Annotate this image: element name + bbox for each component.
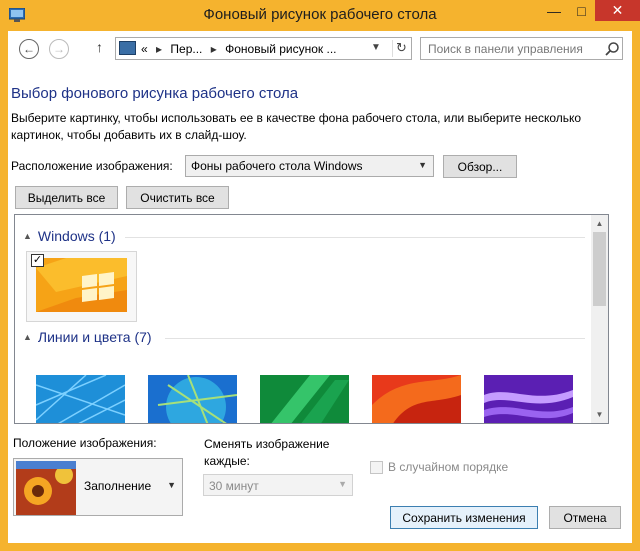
address-dropdown-icon[interactable]: ▼ (371, 42, 381, 53)
client-area: ← → ↑ « ▸ Пер... ▸ Фоновый рисунок ... ▼… (8, 31, 632, 543)
interval-value: 30 минут (209, 479, 259, 493)
forward-arrow-icon[interactable]: → (49, 39, 69, 59)
gallery-scrollbar[interactable]: ▲ ▼ (591, 215, 608, 423)
purple-waves-thumbnail[interactable] (484, 375, 573, 423)
page-description: Выберите картинку, чтобы использовать ее… (11, 111, 582, 142)
blue-balloon-thumbnail[interactable] (148, 375, 237, 423)
group-title: Линии и цвета (7) (37, 329, 152, 345)
scroll-down-icon[interactable]: ▼ (591, 406, 608, 423)
group-title: Windows (1) (37, 228, 116, 244)
back-arrow-icon[interactable]: ← (19, 39, 39, 59)
window: Фоновый рисунок рабочего стола — □ ✕ ← →… (0, 0, 640, 551)
refresh-icon[interactable]: ↻ (392, 40, 410, 57)
browse-button[interactable]: Обзор... (443, 155, 517, 178)
collapse-chevron-icon[interactable]: ▲ (23, 332, 32, 342)
maximize-icon[interactable]: □ (568, 0, 595, 21)
blue-lines-thumbnail[interactable] (36, 375, 125, 423)
title-bar[interactable]: Фоновый рисунок рабочего стола — □ ✕ (0, 0, 640, 31)
close-icon[interactable]: ✕ (595, 0, 640, 21)
green-ribbon-thumbnail[interactable] (260, 375, 349, 423)
position-dropdown[interactable]: Заполнение ▼ (13, 458, 183, 516)
breadcrumb-item-1[interactable]: Пер... (170, 42, 202, 56)
collapse-chevron-icon[interactable]: ▲ (23, 231, 32, 241)
wallpaper-thumbnail-selected[interactable]: ✓ (26, 251, 137, 322)
select-all-button[interactable]: Выделить все (15, 186, 118, 209)
checkbox-box[interactable] (370, 460, 383, 474)
interval-dropdown[interactable]: 30 минут ▼ (203, 474, 353, 496)
red-abstract-thumbnail[interactable] (372, 375, 461, 423)
group-header-windows[interactable]: ▲ Windows (1) (23, 228, 116, 244)
group-header-lines-colors[interactable]: ▲ Линии и цвета (7) (23, 329, 152, 345)
control-panel-small-icon (119, 41, 136, 55)
shuffle-checkbox[interactable]: В случайном порядке (370, 460, 508, 474)
cancel-button[interactable]: Отмена (549, 506, 621, 529)
windows-8-orange-thumbnail[interactable] (36, 258, 127, 312)
interval-label: Сменять изображение каждые: (204, 437, 330, 468)
search-placeholder: Поиск в панели управления (428, 42, 583, 56)
shuffle-label: В случайном порядке (388, 460, 509, 474)
address-bar[interactable]: « ▸ Пер... ▸ Фоновый рисунок ... ▼ ↻ (115, 37, 412, 60)
up-arrow-icon[interactable]: ↑ (96, 39, 103, 55)
chevron-down-icon: ▼ (167, 480, 176, 490)
address-breadcrumb: « ▸ Пер... ▸ Фоновый рисунок ... (141, 42, 337, 56)
position-value: Заполнение (84, 479, 152, 493)
minimize-icon[interactable]: — (540, 0, 568, 21)
breadcrumb-item-2[interactable]: Фоновый рисунок ... (225, 42, 336, 56)
chevron-down-icon: ▼ (338, 479, 347, 489)
position-label: Положение изображения: (13, 436, 157, 450)
location-dropdown[interactable]: Фоны рабочего стола Windows ▼ (185, 155, 434, 177)
location-value: Фоны рабочего стола Windows (191, 159, 363, 173)
search-icon[interactable] (604, 41, 620, 57)
search-input[interactable]: Поиск в панели управления (420, 37, 623, 60)
group-divider (125, 237, 585, 238)
location-label: Расположение изображения: (11, 159, 173, 173)
wallpaper-gallery[interactable]: ▲ Windows (1) ✓ ▲ Линии и цвета (7) ▲ ▼ (14, 214, 609, 424)
breadcrumb-overflow[interactable]: « (141, 42, 148, 56)
chevron-down-icon: ▼ (418, 160, 427, 170)
wallpaper-checkbox[interactable]: ✓ (31, 254, 44, 267)
position-preview-thumbnail (16, 461, 76, 515)
scroll-up-icon[interactable]: ▲ (591, 215, 608, 232)
group-divider (165, 338, 585, 339)
page-title: Выбор фонового рисунка рабочего стола (11, 85, 299, 102)
scrollbar-thumb[interactable] (593, 232, 606, 306)
clear-all-button[interactable]: Очистить все (126, 186, 229, 209)
navigation-bar: ← → ↑ « ▸ Пер... ▸ Фоновый рисунок ... ▼… (8, 31, 632, 67)
save-changes-button[interactable]: Сохранить изменения (390, 506, 538, 529)
